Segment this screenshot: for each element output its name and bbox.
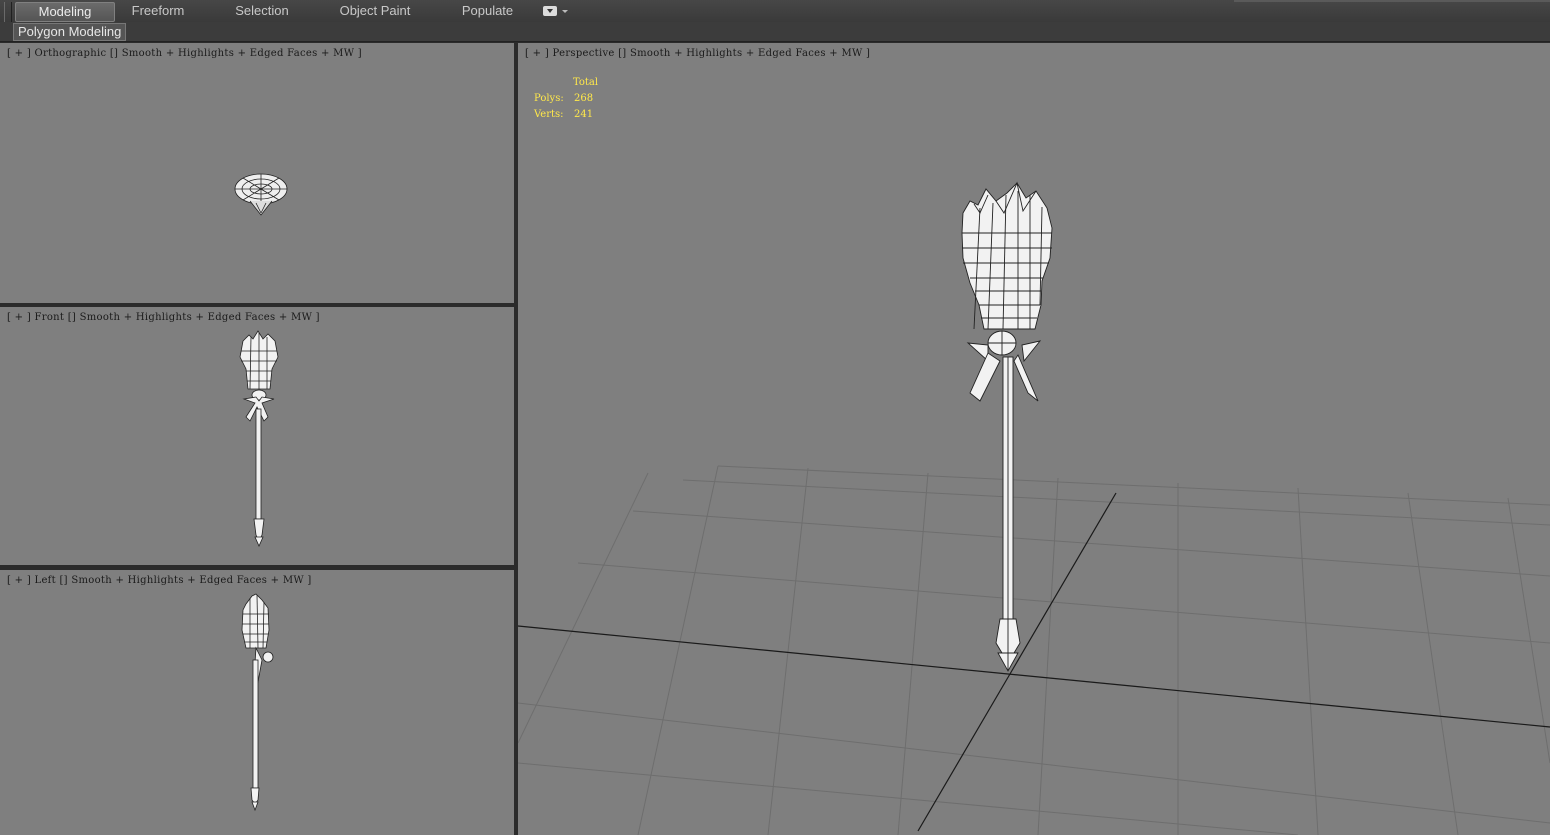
home-grid bbox=[518, 465, 1550, 835]
ribbon-options-icon[interactable] bbox=[543, 6, 557, 16]
viewport-perspective[interactable]: [ + ] Perspective [] Smooth + Highlights… bbox=[518, 43, 1550, 835]
stats-verts-value: 241 bbox=[574, 109, 594, 120]
polygon-modeling-button[interactable]: Polygon Modeling bbox=[13, 23, 127, 41]
viewport-label-front[interactable]: [ + ] Front [] Smooth + Highlights + Edg… bbox=[7, 312, 320, 323]
stats-polys-label: Polys: bbox=[534, 93, 564, 104]
stats-verts-label: Verts: bbox=[534, 109, 564, 120]
stats-polys-value: 268 bbox=[574, 93, 594, 104]
ribbon-bar: Modeling Freeform Selection Object Paint… bbox=[0, 0, 1550, 23]
tab-freeform[interactable]: Freeform bbox=[118, 2, 198, 20]
viewport-label-orthographic[interactable]: [ + ] Orthographic [] Smooth + Highlight… bbox=[7, 48, 362, 59]
viewport-label-left[interactable]: [ + ] Left [] Smooth + Highlights + Edge… bbox=[7, 575, 312, 586]
scepter-top-view bbox=[234, 173, 288, 216]
ribbon-divider bbox=[1234, 0, 1550, 2]
tab-populate[interactable]: Populate bbox=[450, 2, 525, 20]
tab-modeling[interactable]: Modeling bbox=[15, 2, 115, 22]
tab-object-paint[interactable]: Object Paint bbox=[330, 2, 420, 20]
perspective-scene bbox=[518, 181, 1550, 835]
tab-selection[interactable]: Selection bbox=[222, 2, 302, 20]
stats-header: Total bbox=[573, 77, 599, 88]
scepter-model bbox=[961, 181, 1053, 672]
scepter-front-view bbox=[239, 330, 279, 547]
chevron-down-icon[interactable] bbox=[562, 10, 568, 13]
ribbon-subbar bbox=[0, 22, 1550, 42]
viewport-orthographic[interactable]: [ + ] Orthographic [] Smooth + Highlight… bbox=[0, 43, 514, 303]
axis-lines bbox=[518, 492, 1550, 832]
viewport-left[interactable]: [ + ] Left [] Smooth + Highlights + Edge… bbox=[0, 570, 514, 835]
scepter-left-view bbox=[241, 593, 274, 812]
viewport-front[interactable]: [ + ] Front [] Smooth + Highlights + Edg… bbox=[0, 307, 514, 565]
viewport-label-perspective[interactable]: [ + ] Perspective [] Smooth + Highlights… bbox=[525, 48, 870, 59]
